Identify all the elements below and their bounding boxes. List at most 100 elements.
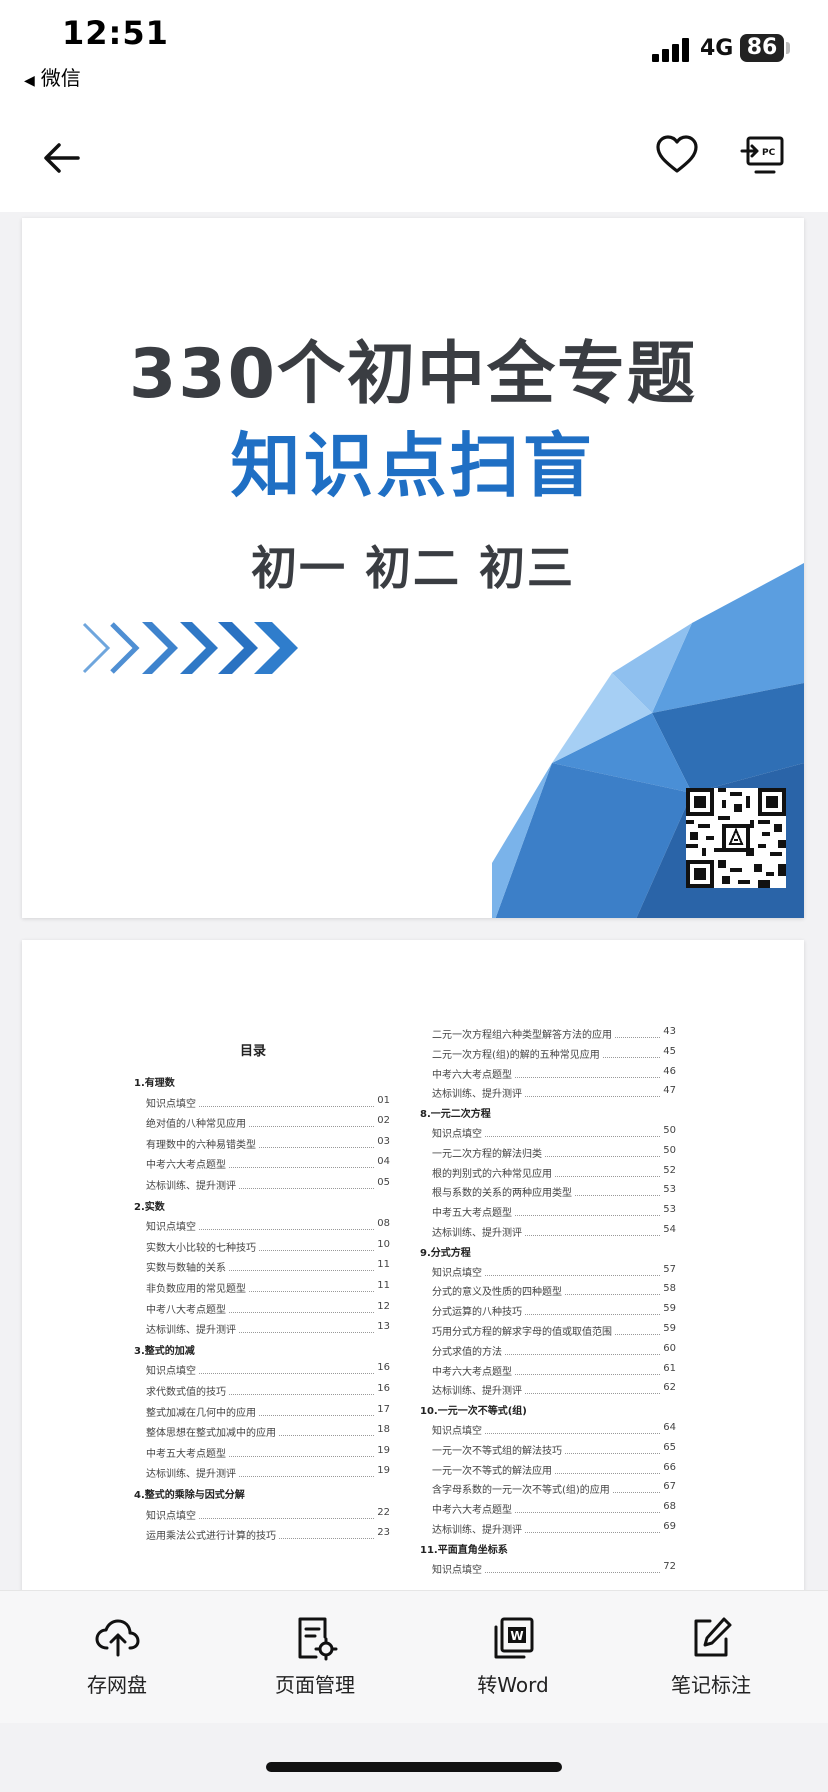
battery-tip [786, 42, 790, 54]
word-convert-icon: W [494, 1617, 534, 1659]
svg-text:W: W [510, 1629, 523, 1643]
toc-entry-page: 61 [663, 1362, 676, 1374]
toc-entry-title: 有理数中的六种易错类型 [146, 1139, 256, 1151]
toc-section-heading: 4.整式的乘除与因式分解 [134, 1490, 245, 1501]
cloud-upload-icon [95, 1619, 140, 1657]
toc-entry-page: 11 [377, 1259, 390, 1271]
network-type: 4G [700, 36, 734, 61]
toc-leader-dots [199, 1095, 375, 1107]
status-time: 12:51 [62, 14, 169, 52]
toc-entry-page: 16 [377, 1362, 390, 1374]
back-app-label: 微信 [40, 66, 81, 90]
send-to-pc-icon[interactable]: PC [740, 132, 786, 178]
toc-leader-dots [525, 1224, 661, 1236]
toc-entry-title: 绝对值的八种常见应用 [146, 1119, 246, 1131]
note-annotation-button[interactable]: 笔记标注 [636, 1615, 786, 1705]
toc-entry-page: 12 [377, 1300, 390, 1312]
toc-entry: 达标训练、提升测评 62 [420, 1382, 676, 1397]
arrow-left-icon[interactable] [40, 136, 84, 180]
toc-entry-page: 22 [377, 1506, 390, 1518]
toc-entry: 根与系数的关系的两种应用类型 53 [420, 1184, 676, 1199]
toc-entry-title: 二元一次方程(组)的解的五种常见应用 [432, 1049, 600, 1061]
toc-entry-title: 达标训练、提升测评 [146, 1469, 236, 1481]
toc-entry: 知识点填空 57 [420, 1264, 676, 1279]
toc-entry-title: 中考六大考点题型 [432, 1069, 512, 1081]
toc-entry-page: 19 [377, 1444, 390, 1456]
toc-leader-dots [259, 1136, 375, 1148]
toc-entry: 中考六大考点题型 61 [420, 1363, 676, 1378]
page-management-button[interactable]: 页面管理 [240, 1615, 390, 1705]
toc-entry-page: 11 [377, 1280, 390, 1291]
toc-leader-dots [229, 1383, 375, 1395]
back-to-app-link[interactable]: ◀ 微信 [24, 62, 81, 91]
toc-entry-page: 53 [663, 1204, 676, 1216]
toc-entry: 运用乘法公式进行计算的技巧 23 [134, 1527, 390, 1542]
page-settings-icon [298, 1617, 338, 1661]
toc-entry-page: 47 [663, 1085, 676, 1097]
heart-icon[interactable] [654, 132, 700, 178]
toc-entry: 有理数中的六种易错类型 03 [134, 1136, 390, 1151]
document-viewer[interactable]: 330个初中全专题 知识点扫盲 初一 初二 初三 目录 1.有理数 知识点填空 … [0, 212, 828, 1590]
toc-entry-page: 46 [663, 1065, 676, 1077]
toc-entry-page: 04 [377, 1156, 390, 1168]
toc-leader-dots [249, 1115, 375, 1128]
home-indicator[interactable] [266, 1762, 562, 1772]
toc-leader-dots [485, 1264, 661, 1276]
toc-leader-dots [525, 1521, 661, 1533]
toc-entry: 达标训练、提升测评 05 [134, 1177, 390, 1192]
toc-leader-dots [279, 1527, 375, 1540]
toc-entry-title: 整体思想在整式加减中的应用 [146, 1428, 276, 1440]
toc-leader-dots [515, 1066, 661, 1078]
toc-leader-dots [485, 1125, 661, 1137]
toc-entry-page: 59 [663, 1303, 676, 1315]
toc-section-heading: 10.一元一次不等式(组) [420, 1406, 527, 1418]
toc-entry-title: 知识点填空 [146, 1222, 196, 1234]
toc-section-heading: 2.实数 [134, 1201, 165, 1213]
toc-title: 目录 [240, 1044, 267, 1059]
toc-entry-title: 求代数式值的技巧 [146, 1387, 226, 1398]
toc-entry-page: 72 [663, 1560, 676, 1572]
toc-leader-dots [229, 1301, 375, 1313]
toc-leader-dots [199, 1507, 375, 1519]
save-to-cloud-label: 存网盘 [87, 1673, 147, 1697]
cover-subtitle: 知识点扫盲 [230, 425, 596, 507]
toc-entry: 知识点填空 16 [134, 1362, 390, 1377]
toc-entry: 知识点填空 64 [420, 1422, 676, 1437]
toc-entry-page: 67 [663, 1481, 676, 1493]
toc-entry: 实数大小比较的七种技巧 10 [134, 1239, 390, 1254]
toc-entry: 中考六大考点题型 04 [134, 1156, 390, 1171]
toc-entry-page: 57 [663, 1263, 676, 1275]
toc-entry: 一元二次方程的解法归类 50 [420, 1145, 676, 1160]
toc-entry-page: 45 [663, 1045, 676, 1057]
note-annotation-label: 笔记标注 [671, 1673, 751, 1697]
toc-entry-title: 达标训练、提升测评 [146, 1181, 236, 1192]
toc-entry-title: 实数大小比较的七种技巧 [146, 1242, 256, 1254]
toc-entry-page: 66 [663, 1461, 676, 1473]
convert-to-word-button[interactable]: W 转Word [438, 1615, 588, 1705]
toc-entry: 二元一次方程(组)的解的五种常见应用 45 [420, 1046, 676, 1061]
toc-leader-dots [259, 1239, 375, 1251]
toc-leader-dots [259, 1404, 375, 1416]
toc-entry-title: 分式的意义及性质的四种题型 [432, 1287, 562, 1299]
toc-entry-page: 10 [377, 1238, 390, 1250]
toc-entry: 知识点填空 01 [134, 1095, 390, 1110]
pc-badge: PC [762, 148, 776, 158]
toc-entry-title: 一元一次不等式组的解法技巧 [432, 1445, 562, 1457]
toc-leader-dots [505, 1343, 661, 1355]
toc-leader-dots [229, 1445, 375, 1457]
toc-entry: 达标训练、提升测评 19 [134, 1465, 390, 1480]
page-management-label: 页面管理 [275, 1673, 355, 1697]
save-to-cloud-button[interactable]: 存网盘 [42, 1615, 192, 1705]
toc-entry: 实数与数轴的关系 11 [134, 1259, 390, 1274]
toc-entry: 一元一次不等式组的解法技巧 65 [420, 1442, 676, 1457]
battery-level: 86 [740, 34, 784, 62]
toc-leader-dots [615, 1026, 661, 1038]
toc-entry-page: 02 [377, 1115, 390, 1127]
document-page-toc: 目录 1.有理数 知识点填空 01 绝对值的八种常见应用 02 有理数中的六种易错类型 03… [22, 940, 804, 1590]
toc-leader-dots [525, 1085, 661, 1098]
toc-entry-title: 达标训练、提升测评 [146, 1325, 236, 1337]
signal-icon [652, 36, 692, 62]
toc-entry: 巧用分式方程的解求字母的值或取值范围 59 [420, 1323, 676, 1338]
toc-entry-page: 50 [663, 1125, 676, 1136]
toc-leader-dots [485, 1561, 661, 1573]
